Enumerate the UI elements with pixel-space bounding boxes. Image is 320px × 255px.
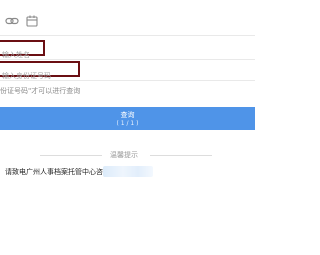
field-divider: [0, 59, 255, 60]
calendar-icon[interactable]: [25, 14, 39, 28]
notice-title: 温馨提示: [110, 151, 138, 159]
toolbar: [0, 14, 255, 32]
name-field[interactable]: [0, 40, 49, 61]
notice-header: 温馨提示: [0, 149, 255, 161]
query-hint: 份证号码"才可以进行查询: [0, 87, 81, 95]
id-number-field[interactable]: [0, 61, 84, 82]
notice-line-left: [40, 155, 102, 156]
notice-line-right: [150, 155, 212, 156]
query-button[interactable]: 查询 ( 1 / 1 ): [0, 107, 255, 130]
phone-number-redacted: [103, 166, 153, 177]
toolbar-divider: [0, 35, 255, 36]
contact-text: 请致电广州人事档案托管中心咨询: 0: [5, 168, 120, 176]
field-divider: [0, 80, 255, 81]
query-button-sub-label: ( 1 / 1 ): [116, 120, 139, 127]
link-icon[interactable]: [5, 14, 19, 28]
query-button-label: 查询: [120, 111, 135, 119]
